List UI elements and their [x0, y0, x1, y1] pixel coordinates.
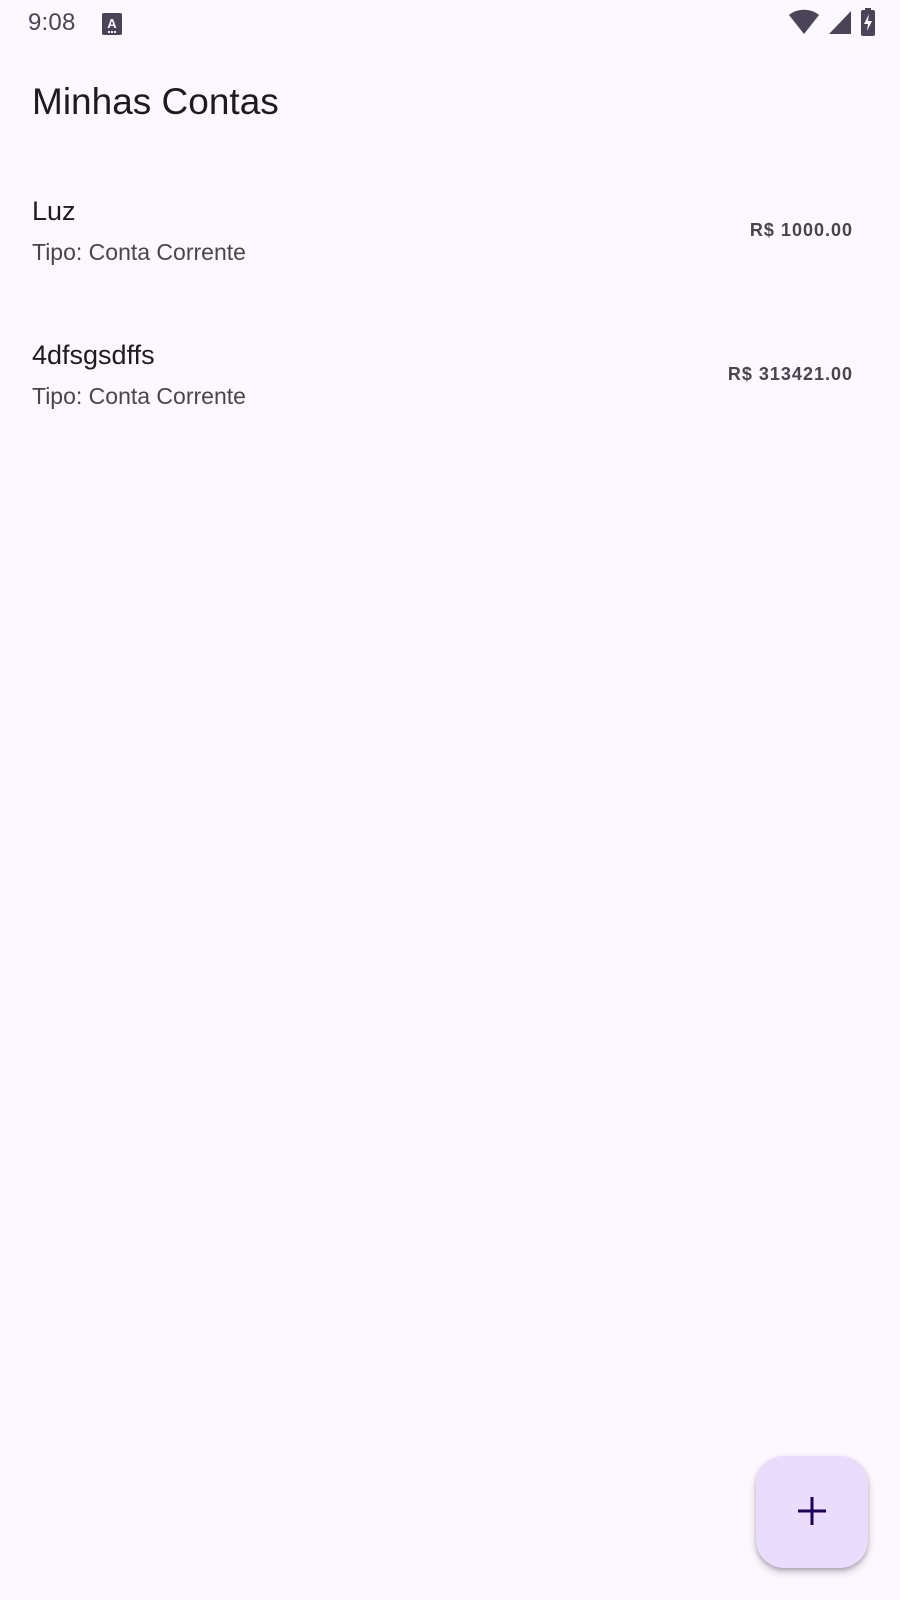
account-name: Luz	[32, 196, 76, 226]
page-title: Minhas Contas	[32, 81, 279, 122]
list-item[interactable]: 4dfsgsdffs Tipo: Conta Corrente R$ 31342…	[0, 324, 900, 468]
status-bar: 9:08 A	[0, 0, 900, 48]
account-type: Tipo: Conta Corrente	[32, 383, 246, 409]
svg-text:A: A	[107, 16, 117, 31]
status-time: 9:08	[28, 9, 76, 36]
battery-charging-icon	[860, 7, 876, 41]
status-icons	[788, 7, 876, 41]
wifi-icon	[788, 9, 820, 40]
account-amount: R$ 313421.00	[727, 364, 853, 384]
account-type: Tipo: Conta Corrente	[32, 239, 246, 265]
list-item[interactable]: Luz Tipo: Conta Corrente R$ 1000.00	[0, 180, 900, 324]
account-list: Luz Tipo: Conta Corrente R$ 1000.00 4dfs…	[0, 180, 900, 468]
account-amount: R$ 1000.00	[749, 220, 853, 240]
cell-signal-icon	[828, 10, 852, 39]
text-accessibility-icon: A	[102, 13, 122, 35]
account-name: 4dfsgsdffs	[32, 340, 155, 370]
add-account-button[interactable]	[756, 1456, 868, 1568]
add-icon	[797, 1496, 827, 1529]
